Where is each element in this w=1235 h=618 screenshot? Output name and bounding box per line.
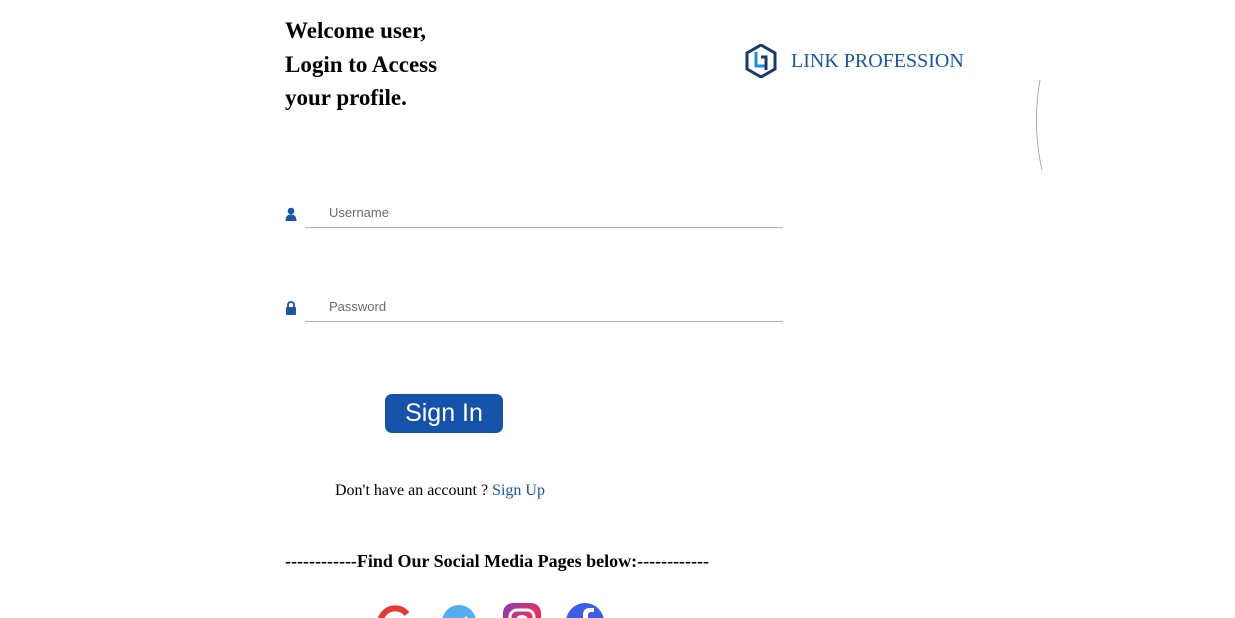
welcome-line-1: Welcome user, bbox=[285, 18, 426, 43]
welcome-line-3: your profile. bbox=[285, 85, 407, 110]
login-page: Welcome user, Login to Access your profi… bbox=[0, 0, 1235, 618]
username-row bbox=[285, 198, 785, 232]
sign-in-button[interactable]: Sign In bbox=[385, 394, 503, 433]
brand[interactable]: LINK PROFESSION bbox=[745, 43, 964, 79]
social-heading: ------------Find Our Social Media Pages … bbox=[285, 551, 710, 571]
welcome-heading: Welcome user, Login to Access your profi… bbox=[285, 14, 437, 115]
password-input[interactable] bbox=[305, 292, 783, 322]
instagram-icon[interactable] bbox=[502, 602, 542, 618]
user-icon bbox=[285, 207, 297, 221]
signup-prompt: Don't have an account ? bbox=[335, 482, 493, 499]
decorative-curve bbox=[1036, 80, 1043, 171]
password-row bbox=[285, 292, 785, 326]
google-icon[interactable] bbox=[375, 602, 415, 618]
username-input[interactable] bbox=[305, 198, 783, 228]
signup-line: Don't have an account ? Sign Up bbox=[335, 482, 545, 500]
brand-name: LINK PROFESSION bbox=[791, 49, 964, 72]
facebook-icon[interactable] bbox=[565, 602, 605, 618]
welcome-line-2: Login to Access bbox=[285, 51, 438, 77]
lock-icon bbox=[285, 301, 297, 315]
twitter-icon[interactable] bbox=[439, 602, 479, 618]
sign-up-link[interactable]: Sign Up bbox=[492, 482, 545, 499]
link-profession-logo-icon bbox=[745, 43, 777, 79]
